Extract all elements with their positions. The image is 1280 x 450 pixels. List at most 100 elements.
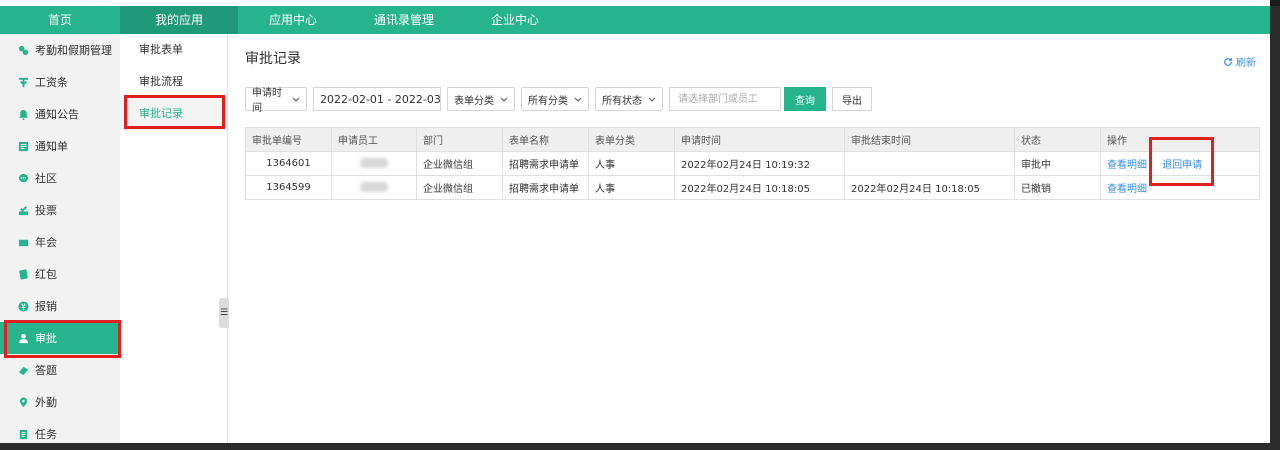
cell-actions: 查看明细 — [1100, 175, 1260, 200]
topnav-enterprise[interactable]: 企业中心 — [460, 6, 570, 34]
sidebar: 考勤和假期管理 工资条 通知公告 通知单 社区 投票 年会 红包 报销 审批 答… — [0, 34, 120, 443]
date-range-input[interactable]: 2022-02-01 - 2022-03-2 — [313, 87, 441, 111]
cell-apply-time: 2022年02月24日 10:18:05 — [674, 175, 845, 200]
cell-apply-time: 2022年02月24日 10:19:32 — [674, 151, 845, 176]
form-category-value: 表单分类 — [454, 95, 494, 107]
sidebar-item-announcement[interactable]: 通知公告 — [0, 98, 120, 130]
salary-icon — [17, 76, 29, 88]
col-header-apply-time: 申请时间 — [674, 127, 845, 152]
sidebar-item-label: 投票 — [35, 204, 57, 217]
sidebar-item-label: 任务 — [35, 428, 57, 441]
form-category-select[interactable]: 表单分类 — [447, 87, 515, 111]
cell-id: 1364601 — [245, 151, 332, 176]
view-details-link[interactable]: 查看明细 — [1107, 184, 1147, 195]
query-button[interactable]: 查询 — [784, 87, 826, 111]
task-icon — [17, 428, 29, 440]
sidebar-item-approval[interactable]: 审批 — [0, 322, 120, 354]
vote-icon — [17, 204, 29, 216]
chevron-down-icon — [496, 94, 508, 105]
chevron-down-icon — [570, 94, 582, 105]
col-header-actions: 操作 — [1100, 127, 1260, 152]
chevron-down-icon — [644, 94, 656, 105]
chevron-down-icon — [288, 94, 300, 105]
cell-department: 企业微信组 — [416, 151, 503, 176]
time-type-select[interactable]: 申请时间 — [245, 87, 307, 114]
refresh-button[interactable]: 刷新 — [1223, 54, 1256, 69]
time-type-value: 申请时间 — [252, 88, 282, 114]
col-header-department: 部门 — [416, 127, 503, 152]
topnav-home[interactable]: 首页 — [0, 6, 120, 34]
cell-department: 企业微信组 — [416, 175, 503, 200]
topnav-app-center[interactable]: 应用中心 — [238, 6, 348, 34]
sidebar-item-vote[interactable]: 投票 — [0, 194, 120, 226]
top-navigation: 首页 我的应用 应用中心 通讯录管理 企业中心 — [0, 6, 1270, 34]
sidebar-item-attendance[interactable]: 考勤和假期管理 — [0, 34, 120, 66]
subnav-item-approval-flow[interactable]: 审批流程 — [120, 66, 227, 98]
notice-icon — [17, 140, 29, 152]
sidebar-item-annual-party[interactable]: 年会 — [0, 226, 120, 258]
cell-form-name: 招聘需求申请单 — [502, 175, 589, 200]
cell-form-name: 招聘需求申请单 — [502, 151, 589, 176]
cell-employee — [331, 175, 417, 200]
collapse-sidebar-handle[interactable]: ☰ — [219, 298, 229, 328]
col-header-id: 审批单编号 — [245, 127, 332, 152]
sidebar-item-task[interactable]: 任务 — [0, 418, 120, 450]
cell-actions: 查看明细 退回申请 — [1100, 151, 1260, 176]
cell-status: 审批中 — [1014, 151, 1101, 176]
sidebar-item-community[interactable]: 社区 — [0, 162, 120, 194]
sidebar-item-label: 考勤和假期管理 — [35, 44, 112, 57]
all-category-value: 所有分类 — [528, 95, 568, 107]
cell-category: 人事 — [588, 175, 675, 200]
chat-icon — [17, 172, 29, 184]
sidebar-item-label: 审批 — [35, 332, 57, 345]
topnav-contacts[interactable]: 通讯录管理 — [348, 6, 460, 34]
yuan-icon — [17, 300, 29, 312]
col-header-category: 表单分类 — [588, 127, 675, 152]
refresh-icon — [1224, 57, 1232, 66]
sidebar-item-quiz[interactable]: 答题 — [0, 354, 120, 386]
location-icon — [17, 396, 29, 408]
sidebar-item-label: 红包 — [35, 268, 57, 281]
sidebar-item-reimbursement[interactable]: 报销 — [0, 290, 120, 322]
all-category-select[interactable]: 所有分类 — [521, 87, 589, 111]
page-title: 审批记录 — [245, 51, 301, 67]
sub-navigation: 审批表单 审批流程 审批记录 — [120, 34, 228, 443]
cell-status: 已撤销 — [1014, 175, 1101, 200]
red-packet-icon — [17, 268, 29, 280]
bell-icon — [17, 108, 29, 120]
refresh-label: 刷新 — [1236, 58, 1256, 69]
sidebar-item-notice[interactable]: 通知单 — [0, 130, 120, 162]
sidebar-item-label: 通知单 — [35, 140, 68, 153]
employee-search-input[interactable] — [669, 87, 781, 111]
date-range-value: 2022-02-01 - 2022-03-2 — [320, 92, 441, 106]
cell-employee — [331, 151, 417, 176]
blurred-name — [360, 182, 388, 192]
blurred-name — [360, 158, 388, 168]
sidebar-item-label: 报销 — [35, 300, 57, 313]
party-icon — [17, 236, 29, 248]
main-content: 审批记录 刷新 申请时间 2022-02-01 - 2022-03-2 表单分类… — [229, 34, 1270, 443]
table-header-row: 审批单编号 申请员工 部门 表单名称 表单分类 申请时间 审批结束时间 状态 操… — [245, 127, 1260, 152]
topnav-my-apps[interactable]: 我的应用 — [120, 6, 238, 34]
col-header-end-time: 审批结束时间 — [844, 127, 1015, 152]
cell-category: 人事 — [588, 151, 675, 176]
col-header-status: 状态 — [1014, 127, 1101, 152]
table-row: 1364601 企业微信组 招聘需求申请单 人事 2022年02月24日 10:… — [245, 151, 1260, 176]
cell-end-time: 2022年02月24日 10:18:05 — [844, 175, 1015, 200]
sidebar-item-red-packet[interactable]: 红包 — [0, 258, 120, 290]
clock-icon — [17, 44, 29, 56]
sidebar-item-label: 外勤 — [35, 396, 57, 409]
status-select[interactable]: 所有状态 — [595, 87, 663, 111]
export-button[interactable]: 导出 — [832, 87, 872, 111]
person-icon — [17, 332, 29, 344]
sidebar-item-label: 年会 — [35, 236, 57, 249]
sidebar-item-label: 答题 — [35, 364, 57, 377]
sidebar-item-field-work[interactable]: 外勤 — [0, 386, 120, 418]
subnav-item-approval-records[interactable]: 审批记录 — [120, 98, 227, 130]
return-request-link[interactable]: 退回申请 — [1162, 160, 1202, 171]
view-details-link[interactable]: 查看明细 — [1107, 160, 1147, 171]
sidebar-item-salary[interactable]: 工资条 — [0, 66, 120, 98]
quiz-icon — [17, 364, 29, 376]
sidebar-item-label: 通知公告 — [35, 108, 79, 121]
subnav-item-approval-forms[interactable]: 审批表单 — [120, 34, 227, 66]
